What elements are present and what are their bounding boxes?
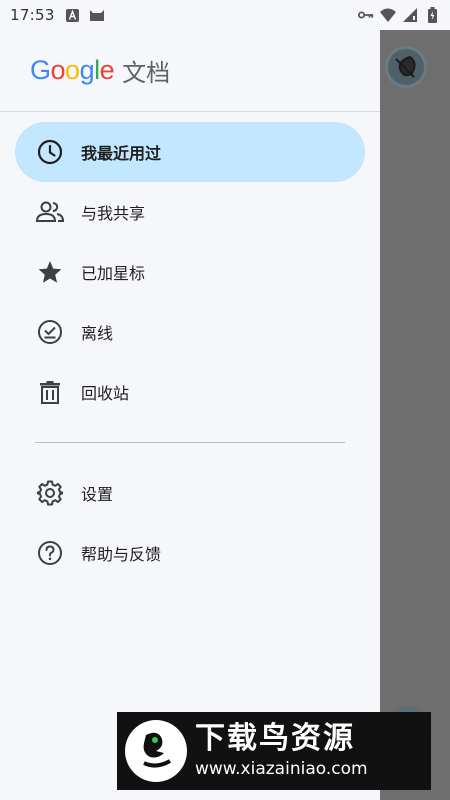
nav-item-starred[interactable]: 已加星标 xyxy=(15,242,365,302)
nav-item-label: 设置 xyxy=(81,485,114,504)
clock-icon xyxy=(36,138,64,166)
watermark-title: 下载鸟资源 xyxy=(195,721,355,756)
status-bar: 17:53 xyxy=(0,0,450,30)
vpn-key-icon xyxy=(358,7,374,23)
gear-icon xyxy=(36,479,64,507)
star-icon xyxy=(36,258,64,286)
wifi-icon xyxy=(380,7,396,23)
logo-letter: o xyxy=(65,55,80,85)
bird-logo-icon xyxy=(125,720,187,782)
nav-item-label: 已加星标 xyxy=(81,264,146,283)
cat-notification-icon xyxy=(89,7,105,23)
watermark-banner: 下载鸟资源 www.xiazainiao.com xyxy=(117,712,431,790)
google-logo: Google xyxy=(30,55,115,86)
logo-letter: g xyxy=(79,55,95,85)
help-icon xyxy=(36,539,64,567)
nav-item-label: 我最近用过 xyxy=(81,144,162,163)
status-time: 17:53 xyxy=(10,6,55,24)
nav-item-trash[interactable]: 回收站 xyxy=(15,362,365,422)
signal-icon xyxy=(402,7,418,23)
scrim[interactable] xyxy=(380,30,450,800)
nav-item-label: 回收站 xyxy=(81,384,130,403)
people-icon xyxy=(36,198,64,226)
logo-letter: o xyxy=(50,55,66,85)
drawer-header: Google 文档 xyxy=(0,30,380,112)
offline-icon xyxy=(36,318,64,346)
navigation-drawer: Google 文档 我最近用过 与我共享 已加星标 离线 回收站 设置 帮助与反… xyxy=(0,30,380,800)
nav-item-help[interactable]: 帮助与反馈 xyxy=(15,523,365,583)
nav-item-offline[interactable]: 离线 xyxy=(15,302,365,362)
logo-letter: G xyxy=(30,55,51,85)
a-notification-icon xyxy=(65,7,81,23)
watermark-url: www.xiazainiao.com xyxy=(195,759,368,779)
nav-item-shared[interactable]: 与我共享 xyxy=(15,182,365,242)
logo-letter: e xyxy=(99,55,115,85)
trash-icon xyxy=(36,378,64,406)
nav-item-settings[interactable]: 设置 xyxy=(15,463,365,523)
menu-divider xyxy=(35,442,345,443)
nav-item-recent[interactable]: 我最近用过 xyxy=(15,122,365,182)
nav-item-label: 与我共享 xyxy=(81,204,146,223)
nav-item-label: 离线 xyxy=(81,324,114,343)
account-avatar[interactable] xyxy=(385,46,427,88)
drawer-menu: 我最近用过 与我共享 已加星标 离线 回收站 设置 帮助与反馈 xyxy=(0,112,380,583)
nav-item-label: 帮助与反馈 xyxy=(81,545,162,564)
battery-icon xyxy=(424,7,440,23)
product-name: 文档 xyxy=(122,59,171,87)
